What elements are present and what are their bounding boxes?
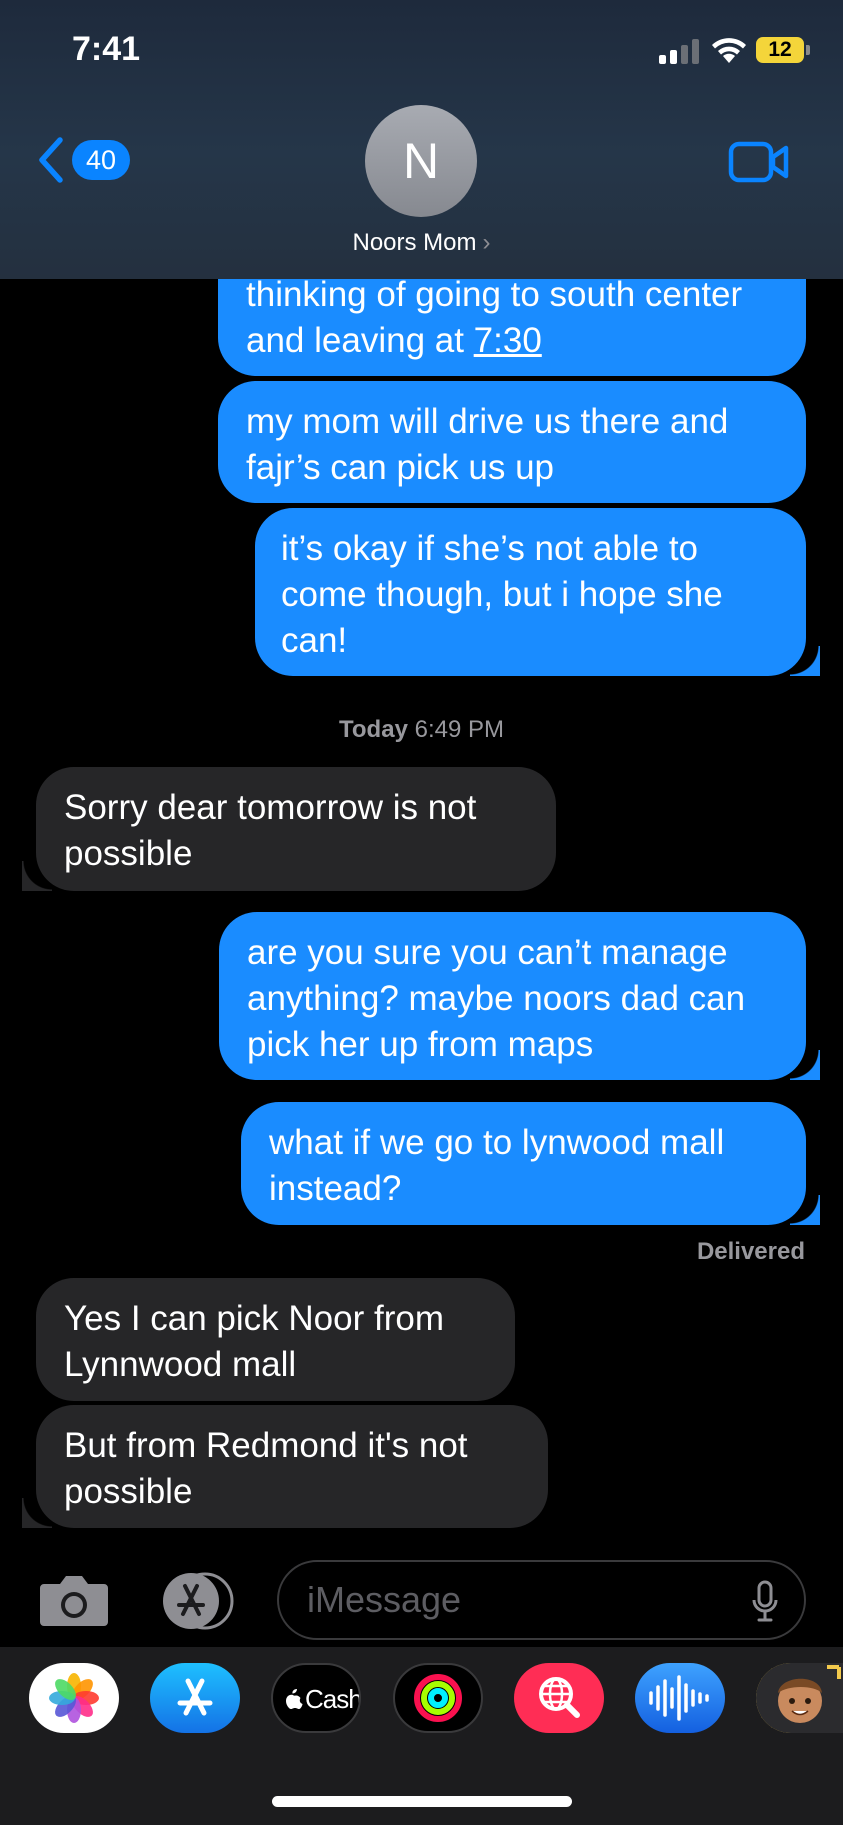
image-search-button[interactable] bbox=[514, 1663, 604, 1733]
app-store-apps-icon[interactable] bbox=[155, 1572, 241, 1630]
photos-app-button[interactable] bbox=[29, 1663, 119, 1733]
activity-button[interactable] bbox=[393, 1663, 483, 1733]
message-text: are you sure you can’t manage anything? … bbox=[247, 933, 746, 1064]
contact-name-label: Noors Mom bbox=[352, 229, 477, 256]
back-button[interactable]: 40 bbox=[36, 134, 132, 184]
message-text: what if we go to lynwood mall instead? bbox=[269, 1123, 725, 1208]
delivered-status: Delivered bbox=[696, 1238, 805, 1265]
audio-message-button[interactable] bbox=[635, 1663, 725, 1733]
status-time: 7:41 bbox=[72, 30, 141, 68]
time-link[interactable]: 7:30 bbox=[474, 321, 542, 360]
microphone-icon[interactable] bbox=[752, 1580, 778, 1622]
contact-avatar[interactable]: N bbox=[365, 105, 477, 217]
message-bubble-received[interactable]: Yes I can pick Noor from Lynnwood mall bbox=[36, 1278, 515, 1401]
conversation-header: 7:41 12 40 N Noors Mom › bbox=[0, 0, 843, 279]
timestamp-time: 6:49 PM bbox=[414, 716, 504, 743]
apple-cash-button[interactable]: Cash bbox=[271, 1663, 361, 1733]
apple-cash-label: Cash bbox=[305, 1684, 361, 1714]
message-bubble-sent[interactable]: what if we go to lynwood mall instead? bbox=[241, 1102, 820, 1225]
chevron-left-icon bbox=[39, 137, 63, 183]
wifi-icon bbox=[712, 38, 746, 63]
facetime-video-icon[interactable] bbox=[728, 140, 790, 184]
input-placeholder: iMessage bbox=[307, 1579, 462, 1620]
apple-cash-icon bbox=[286, 1689, 303, 1709]
contact-name[interactable]: Noors Mom › bbox=[0, 229, 843, 257]
cellular-signal-icon bbox=[659, 38, 701, 64]
photos-icon bbox=[49, 1673, 99, 1723]
camera-icon[interactable] bbox=[38, 1572, 110, 1628]
message-text: But from Redmond it's not possible bbox=[64, 1426, 468, 1511]
conversation-timestamp: Today 6:49 PM bbox=[0, 716, 843, 744]
waveform-icon bbox=[649, 1675, 709, 1721]
imessage-input[interactable]: iMessage bbox=[277, 1560, 806, 1640]
message-bubble-received[interactable]: Sorry dear tomorrow is not possible bbox=[22, 767, 556, 891]
home-indicator[interactable] bbox=[272, 1796, 572, 1807]
message-text: Yes I can pick Noor from Lynnwood mall bbox=[64, 1299, 444, 1384]
message-text: it’s okay if she’s not able to come thou… bbox=[281, 529, 723, 660]
activity-rings-icon bbox=[414, 1674, 462, 1722]
chevron-right-icon: › bbox=[482, 229, 491, 256]
app-store-icon bbox=[177, 1678, 213, 1716]
memoji-icon bbox=[756, 1663, 843, 1733]
unread-count-badge: 40 bbox=[72, 140, 130, 180]
battery-indicator: 12 bbox=[756, 37, 804, 63]
app-store-button[interactable] bbox=[150, 1663, 240, 1733]
message-bubble-sent[interactable]: my mom will drive us there and fajr’s ca… bbox=[218, 381, 806, 503]
message-text: Sorry dear tomorrow is not possible bbox=[64, 788, 477, 873]
timestamp-day: Today bbox=[339, 716, 408, 743]
message-bubble-received[interactable]: But from Redmond it's not possible bbox=[22, 1405, 548, 1528]
memoji-button[interactable] bbox=[756, 1663, 843, 1733]
globe-search-icon bbox=[539, 1677, 580, 1718]
message-text: my mom will drive us there and fajr’s ca… bbox=[246, 402, 729, 487]
message-bubble-sent[interactable]: it’s okay if she’s not able to come thou… bbox=[255, 508, 820, 676]
message-bubble-sent[interactable]: are you sure you can’t manage anything? … bbox=[219, 912, 820, 1080]
battery-tip bbox=[806, 45, 810, 55]
